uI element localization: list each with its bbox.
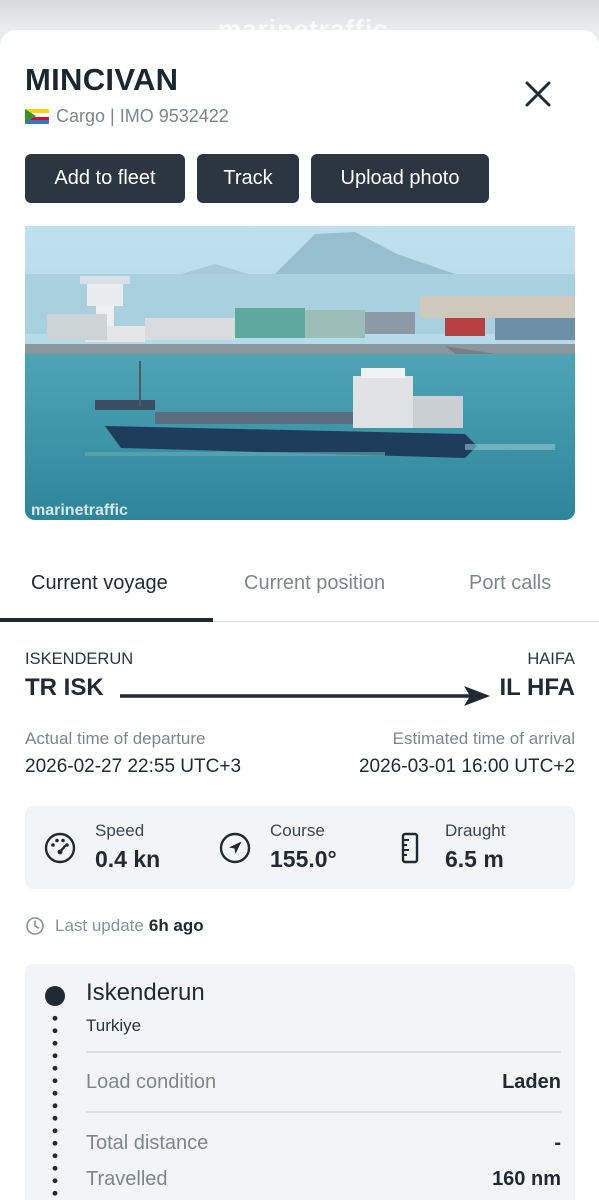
last-update-label: Last update (55, 916, 144, 935)
imo-number: 9532422 (158, 106, 229, 126)
departure-port-name: ISKENDERUN (25, 650, 134, 668)
tab-current-position[interactable]: Current position (244, 572, 385, 595)
travelled-value: 160 nm (492, 1168, 561, 1190)
departure-point-icon (45, 986, 65, 1006)
atd-value: 2026-02-27 22:55 UTC+3 (25, 756, 242, 777)
speed-label: Speed (95, 821, 145, 840)
speedometer-icon (44, 832, 76, 864)
travelled-label: Travelled (86, 1168, 168, 1190)
speed-stat: Speed 0.4 kn (25, 806, 200, 889)
vessel-subtitle: Cargo | IMO 9532422 (25, 106, 229, 127)
last-update-value: 6h ago (148, 916, 204, 935)
draught-label: Draught (445, 821, 506, 840)
subtitle-separator: | (110, 106, 115, 126)
close-icon (525, 81, 551, 107)
divider (86, 1051, 561, 1053)
divider (86, 1111, 561, 1113)
arrival-port-name: HAIFA (527, 650, 575, 668)
top-background-strip: marinetraffic (0, 0, 599, 32)
load-condition-value: Laden (502, 1071, 561, 1093)
imo-label: IMO (119, 106, 154, 126)
draught-value: 6.5 m (445, 846, 504, 872)
clock-icon (26, 917, 44, 935)
vessel-photo-illustration (25, 226, 575, 520)
speed-value: 0.4 kn (95, 846, 161, 872)
departure-port-code: TR ISK (25, 674, 104, 701)
track-button[interactable]: Track (197, 154, 299, 203)
voyage-tabs: Current voyage Current position Port cal… (0, 560, 599, 622)
atd-label: Actual time of departure (25, 729, 206, 748)
total-distance-label: Total distance (86, 1132, 209, 1154)
eta-value: 2026-03-01 16:00 UTC+2 (358, 756, 575, 777)
itinerary-card: Iskenderun Turkiye Load condition Laden … (25, 964, 575, 1200)
tab-current-voyage[interactable]: Current voyage (31, 572, 168, 595)
action-buttons: Add to fleet Track Upload photo (25, 154, 489, 203)
compass-navigation-icon (219, 832, 251, 864)
voyage-stats: Speed 0.4 kn Course 155.0° Draught 6.5 m (25, 806, 575, 889)
vessel-name: MINCIVAN (25, 62, 179, 97)
route-arrow-icon (120, 686, 490, 706)
arrival-port-code: IL HFA (499, 674, 575, 701)
add-to-fleet-button[interactable]: Add to fleet (25, 154, 185, 203)
ruler-icon (401, 832, 419, 864)
eta-label: Estimated time of arrival (392, 729, 575, 748)
voyage-route: ISKENDERUN HAIFA TR ISK IL HFA Actual ti… (25, 650, 575, 790)
load-condition-label: Load condition (86, 1071, 217, 1093)
total-distance-value: - (554, 1132, 561, 1154)
last-update: Last update 6h ago (25, 916, 204, 936)
active-tab-indicator (0, 618, 213, 622)
tab-port-calls[interactable]: Port calls (469, 572, 551, 595)
course-stat: Course 155.0° (200, 806, 375, 889)
draught-stat: Draught 6.5 m (375, 806, 575, 889)
comoros-flag-icon (25, 109, 49, 124)
photo-watermark: marinetraffic (31, 502, 128, 519)
vessel-type: Cargo (56, 106, 106, 126)
itinerary-country: Turkiye (86, 1016, 142, 1035)
upload-photo-button[interactable]: Upload photo (311, 154, 489, 203)
itinerary-port-name: Iskenderun (86, 979, 205, 1006)
route-dotted-line (52, 1012, 58, 1200)
close-button[interactable] (522, 78, 554, 110)
course-value: 155.0° (270, 846, 337, 872)
vessel-photo[interactable]: marinetraffic (25, 226, 575, 520)
vessel-detail-sheet: MINCIVAN Cargo | IMO 9532422 Add to flee… (0, 30, 599, 1200)
course-label: Course (270, 821, 325, 840)
